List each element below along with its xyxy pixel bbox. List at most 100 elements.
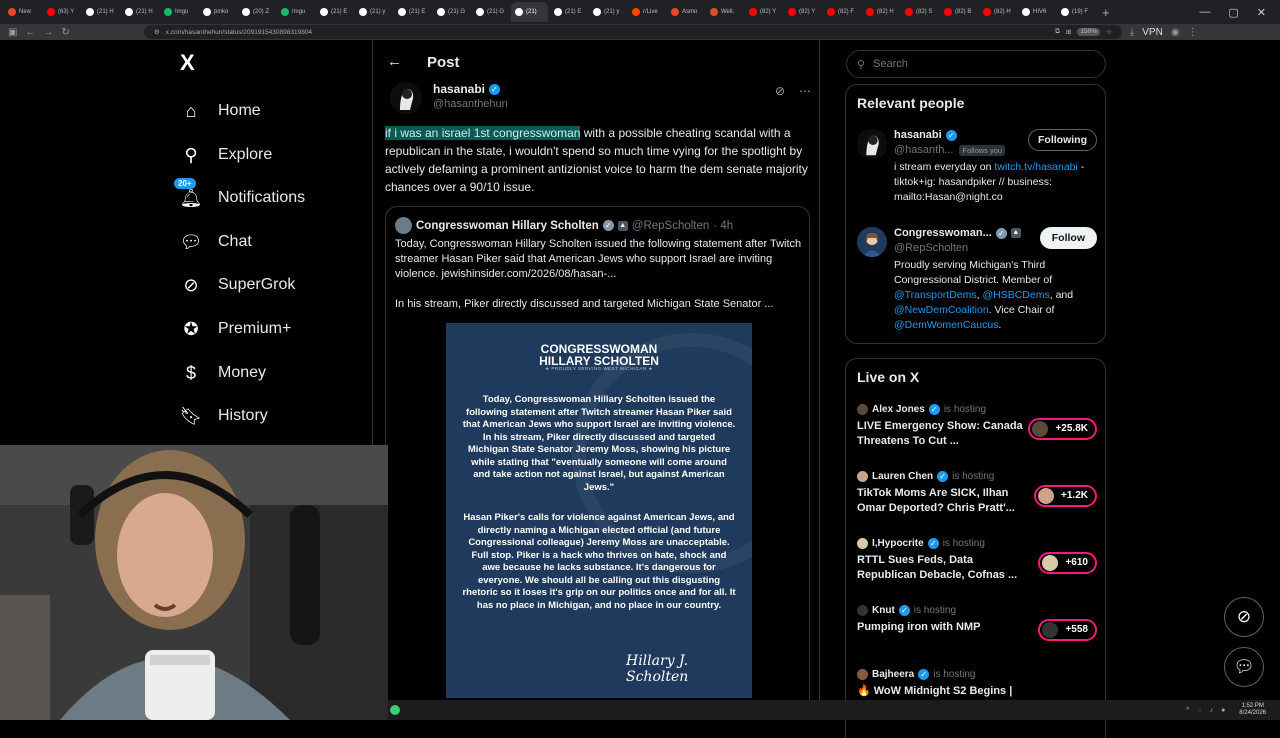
tab-label: (20) Z — [253, 9, 270, 15]
listener-count-pill[interactable]: +610 — [1038, 552, 1097, 574]
browser-tab[interactable]: Well, — [706, 2, 743, 22]
browser-tab[interactable]: pinko — [199, 2, 236, 22]
live-space-item[interactable]: Knut ✓ is hosting Pumping iron with NMP +558 — [857, 605, 1097, 665]
nav-item-premium[interactable]: ✪ Premium+ — [180, 318, 291, 340]
sidebar-toggle-icon[interactable]: ▣ — [8, 27, 17, 38]
browser-tab[interactable]: Imgu — [277, 2, 314, 22]
menu-icon[interactable]: ⋮ — [1188, 27, 1198, 38]
browser-tab[interactable]: (82) S — [901, 2, 938, 22]
browser-tab[interactable]: (21) G — [472, 2, 509, 22]
listener-count-pill[interactable]: +558 — [1038, 619, 1097, 641]
browser-tab[interactable]: (21) y — [589, 2, 626, 22]
listener-count-pill[interactable]: +25.8K — [1028, 418, 1097, 440]
browser-tab[interactable]: (21) G — [433, 2, 470, 22]
live-space-item[interactable]: Alex Jones ✓ is hosting LIVE Emergency Show… — [857, 404, 1097, 464]
download-icon[interactable]: ⤓ — [1130, 27, 1134, 38]
more-options-icon[interactable]: ⋯ — [799, 84, 811, 98]
author-name[interactable]: hasanabi ✓ — [433, 82, 501, 96]
browser-tab[interactable]: (21) H — [82, 2, 119, 22]
nav-item-notifications[interactable]: 🔔︎ 20+ Notifications — [174, 178, 305, 209]
maximize-icon[interactable]: ▢ — [1228, 6, 1238, 19]
mic-icon[interactable]: ● — [1221, 707, 1225, 714]
browser-tab[interactable]: (20) Z — [238, 2, 275, 22]
network-icon[interactable]: ◌ — [1197, 707, 1201, 714]
browser-tab[interactable]: (21) E — [316, 2, 353, 22]
listener-count-pill[interactable]: +1.2K — [1034, 485, 1097, 507]
volume-icon[interactable]: ♪ — [1210, 707, 1214, 714]
clock[interactable]: 1:52 PM 8/24/2026 — [1239, 703, 1266, 717]
browser-tab[interactable]: (21) E — [550, 2, 587, 22]
bio-link[interactable]: @HSBCDems — [982, 289, 1049, 301]
search-input[interactable]: ⚲ Search — [846, 50, 1106, 78]
browser-tab[interactable]: (82) H — [979, 2, 1016, 22]
avatar[interactable] — [390, 82, 422, 114]
nav-item-history[interactable]: 🔖︎ History — [180, 405, 268, 427]
nav-item-chat[interactable]: 💬︎ Chat — [180, 231, 252, 253]
browser-tab[interactable]: (21) H — [121, 2, 158, 22]
grok-icon[interactable]: ⊘ — [775, 84, 785, 98]
live-space-item[interactable]: Bajheera ✓ is hosting 🔥 WoW Midnight S2 Beg… — [857, 669, 1097, 729]
x-logo[interactable]: X — [180, 52, 195, 74]
bell-icon: 🔔︎ 20+ — [174, 178, 202, 209]
browser-tab[interactable]: (21) y — [355, 2, 392, 22]
nav-item-money[interactable]: $ Money — [180, 362, 266, 384]
person-card[interactable]: hasanabi ✓ @hasanth... Follows you Follo… — [857, 129, 1097, 209]
avatar[interactable] — [857, 129, 887, 159]
browser-tab[interactable]: Imgu — [160, 2, 197, 22]
bookmark-star-icon[interactable]: ☆ — [1106, 28, 1112, 36]
browser-tab[interactable]: (82) H — [862, 2, 899, 22]
live-space-item[interactable]: Lauren Chen ✓ is hosting TikTok Moms Are SI… — [857, 471, 1097, 531]
grok-fab-icon[interactable]: ⊘ — [1224, 597, 1264, 637]
app-icon[interactable] — [390, 705, 400, 715]
messages-fab-icon[interactable]: 💬︎ — [1224, 647, 1264, 687]
screenshot-icon[interactable]: ⧉ — [1055, 28, 1060, 36]
profile-icon[interactable]: ◉ — [1171, 27, 1180, 38]
following-button[interactable]: Following — [1028, 129, 1097, 151]
browser-tab[interactable]: (82) Y — [784, 2, 821, 22]
browser-tab[interactable]: New — [4, 2, 41, 22]
browser-tab[interactable]: Asmo — [667, 2, 704, 22]
person-card[interactable]: Congresswoman... ✓ ▲ @RepScholten Follow… — [857, 227, 1097, 337]
bio-link[interactable]: @NewDemCoalition — [894, 304, 989, 316]
reload-icon[interactable]: ↻ — [61, 27, 69, 38]
back-arrow-icon[interactable]: ← — [387, 53, 402, 70]
follow-button[interactable]: Follow — [1039, 227, 1097, 249]
forward-icon[interactable]: → — [43, 27, 53, 38]
browser-tab[interactable]: (21) — [511, 2, 548, 22]
close-icon[interactable]: ✕ — [1257, 6, 1266, 19]
browser-tab[interactable]: r/Live — [628, 2, 665, 22]
avatar[interactable] — [857, 227, 887, 257]
nav-item-explore[interactable]: ⚲ Explore — [180, 144, 272, 166]
browser-tab[interactable]: (82) B — [940, 2, 977, 22]
quoted-post[interactable]: Congresswoman Hillary Scholten ✓ ▲ @RepS… — [385, 206, 810, 720]
browser-tab[interactable]: (82) Y — [745, 2, 782, 22]
author-handle[interactable]: @hasanthehun — [433, 98, 508, 110]
browser-tab[interactable]: (82) F — [823, 2, 860, 22]
bio-link[interactable]: @DemWomenCaucus — [894, 319, 998, 331]
extensions-icon[interactable]: ⊞ — [1066, 28, 1071, 36]
quoted-post-text-continued: In his stream, Piker directly discussed … — [395, 298, 774, 310]
nav-item-label: Home — [218, 102, 261, 119]
nav-item-home[interactable]: ⌂ Home — [180, 100, 261, 122]
back-icon[interactable]: ← — [25, 27, 35, 38]
site-info-icon[interactable]: ⚙ — [154, 28, 160, 36]
bio-link[interactable]: twitch.tv/hasanabi — [994, 161, 1077, 173]
browser-tab[interactable]: (63) Y — [43, 2, 80, 22]
search-placeholder: Search — [873, 58, 908, 70]
tab-favicon-icon — [125, 8, 133, 16]
vpn-badge[interactable]: VPN — [1142, 27, 1163, 38]
browser-tab[interactable]: HIV6 — [1018, 2, 1055, 22]
tray-chevron-icon[interactable]: ^ — [1186, 707, 1189, 714]
bio-link[interactable]: @TransportDems — [894, 289, 977, 301]
minimize-icon[interactable]: — — [1199, 6, 1210, 19]
url-field[interactable]: ⚙ x.com/hasanthehun/status/2091915430898… — [143, 25, 1122, 39]
browser-tab[interactable]: (19) F — [1057, 2, 1094, 22]
nav-item-supergrok[interactable]: ⊘ SuperGrok — [180, 274, 295, 296]
browser-tab[interactable]: (21) E — [394, 2, 431, 22]
live-title: TikTok Moms Are SICK, Ilhan Omar Deporte… — [857, 487, 1015, 514]
statement-image[interactable]: CONGRESSWOMAN HILLARY SCHOLTEN ★ PROUDLY… — [446, 323, 752, 698]
avatar — [1038, 488, 1055, 504]
live-space-item[interactable]: I,Hypocrite ✓ is hosting RTTL Sues Feds, Da… — [857, 538, 1097, 598]
zoom-level[interactable]: 150% — [1077, 28, 1101, 36]
new-tab-button[interactable]: + — [1096, 5, 1116, 20]
